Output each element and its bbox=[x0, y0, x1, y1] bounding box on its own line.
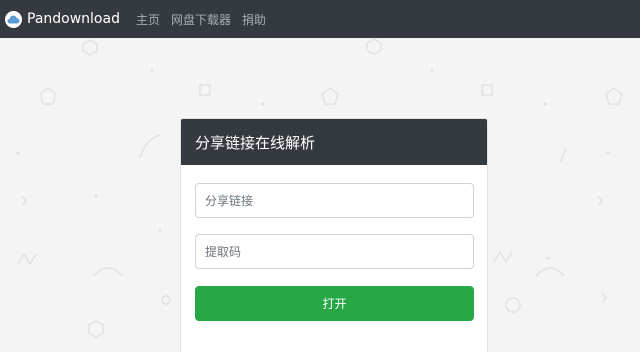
nav-link-donate[interactable]: 捐助 bbox=[242, 11, 266, 28]
card-title: 分享链接在线解析 bbox=[181, 119, 487, 165]
top-navbar: Pandownload 主页 网盘下载器 捐助 bbox=[0, 0, 640, 38]
brand-link[interactable]: Pandownload bbox=[5, 10, 120, 28]
link-parse-card: 分享链接在线解析 打开 bbox=[180, 118, 488, 352]
brand-name: Pandownload bbox=[27, 11, 120, 27]
nav-link-downloader[interactable]: 网盘下载器 bbox=[171, 11, 231, 28]
cloud-icon bbox=[5, 10, 22, 28]
open-button[interactable]: 打开 bbox=[195, 286, 474, 321]
extract-code-input[interactable] bbox=[195, 234, 474, 269]
nav-link-home[interactable]: 主页 bbox=[136, 11, 160, 28]
share-link-input[interactable] bbox=[195, 183, 474, 218]
